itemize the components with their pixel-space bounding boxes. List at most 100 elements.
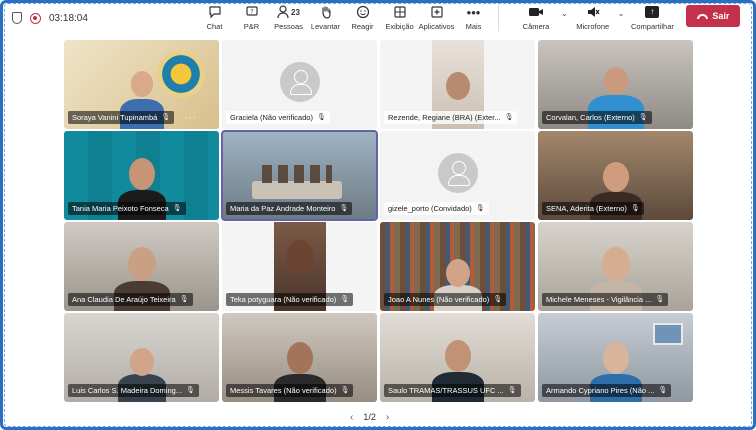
microphone-muted-icon: 🎙: [493, 296, 503, 303]
participant-name: Soraya Vanini Tupinambá 🎙: [68, 111, 175, 124]
participant-name: Graciela (Não verificado) 🎙: [226, 111, 330, 124]
chevron-right-icon[interactable]: ›: [386, 412, 389, 423]
participant-name: Ana Claudia De Araújo Teixeira 🎙: [68, 293, 193, 306]
participant-head: [286, 240, 314, 274]
participant-tile[interactable]: Luis Carlos S. Madeira Doming... 🎙: [64, 313, 219, 402]
hand-icon: [318, 4, 334, 20]
participant-name: Saulo TRAMAS/TRASSUS UFC ... 🎙: [384, 384, 521, 397]
microphone-muted-icon: 🎙: [504, 114, 514, 121]
chat-label: Chat: [206, 22, 223, 31]
microphone-muted-icon: [585, 4, 601, 20]
chat-button[interactable]: Chat: [196, 1, 233, 35]
qa-button[interactable]: ? P&R: [233, 1, 270, 35]
raise-label: Levantar: [310, 22, 341, 31]
participant-tile[interactable]: Soraya Vanini Tupinambá 🎙 ···: [64, 40, 219, 129]
meeting-timer: 03:18:04: [49, 12, 88, 24]
participant-name: Teka potyguara (Não verificado) 🎙: [226, 293, 354, 306]
camera-button[interactable]: Câmera: [511, 1, 561, 35]
participant-tile-active-speaker[interactable]: Maria da Paz Andrade Monteiro 🎙: [221, 130, 378, 221]
recording-icon[interactable]: [30, 12, 41, 24]
more-options-icon[interactable]: ···: [185, 112, 197, 122]
microphone-muted-icon: 🎙: [339, 205, 349, 212]
room-people: [262, 165, 332, 183]
apps-button[interactable]: Aplicativos: [418, 1, 455, 35]
participant-name: Tania Maria Peixoto Fonseca 🎙: [68, 202, 186, 215]
participant-tile[interactable]: Joao A Nunes (Não verificado) 🎙: [380, 222, 535, 311]
participant-tile[interactable]: Graciela (Não verificado) 🎙: [222, 40, 377, 129]
qa-label: P&R: [243, 22, 260, 31]
microphone-muted-icon: 🎙: [340, 387, 350, 394]
microphone-muted-icon: 🎙: [172, 205, 182, 212]
gallery-pager: ‹ 1/2 ›: [350, 410, 389, 424]
microphone-muted-icon: 🎙: [161, 114, 171, 121]
participant-tile[interactable]: Tania Maria Peixoto Fonseca 🎙: [64, 131, 219, 220]
participant-tile[interactable]: Ana Claudia De Araújo Teixeira 🎙: [64, 222, 219, 311]
toolbar-actions: Chat ? P&R 23 Pessoas Levantar Reagir Ex…: [196, 1, 492, 35]
participant-tile[interactable]: Saulo TRAMAS/TRASSUS UFC ... 🎙: [380, 313, 535, 402]
microphone-label: Microfone: [576, 22, 610, 31]
microphone-button[interactable]: Microfone: [568, 1, 618, 35]
participant-name: gizele_porto (Convidado) 🎙: [384, 202, 489, 215]
chevron-left-icon[interactable]: ‹: [350, 412, 353, 423]
participant-tile[interactable]: Michele Meneses - Vigilância ... 🎙: [538, 222, 693, 311]
plus-icon: [429, 4, 445, 20]
participant-name: SENA, Aderita (Externo) 🎙: [542, 202, 644, 215]
participant-tile[interactable]: Messis Tavares (Não verificado) 🎙: [222, 313, 377, 402]
microphone-chevron-down-icon[interactable]: ⌄: [618, 9, 625, 18]
participant-head: [446, 72, 470, 100]
participant-tile[interactable]: SENA, Aderita (Externo) 🎙: [538, 131, 693, 220]
people-icon: 23: [275, 4, 303, 20]
camera-label: Câmera: [522, 22, 550, 31]
microphone-muted-icon: 🎙: [316, 114, 326, 121]
view-button[interactable]: Exibição: [381, 1, 418, 35]
qa-icon: ?: [244, 4, 260, 20]
decorative-plate: [157, 50, 205, 98]
participant-tile[interactable]: Armando Cypriano Pires (Não ... 🎙: [538, 313, 693, 402]
toolbar-device-controls: Câmera ⌄ Microfone ⌄ ↑ Compartilhar Sair: [511, 1, 741, 35]
avatar: [437, 153, 478, 193]
people-label: Pessoas: [274, 22, 303, 31]
microphone-muted-icon: 🎙: [655, 296, 665, 303]
participant-name: Luis Carlos S. Madeira Doming... 🎙: [68, 384, 199, 397]
toolbar-divider: [498, 5, 499, 31]
leave-label: Sair: [712, 11, 730, 21]
meeting-toolbar: 03:18:04 Chat ? P&R 23 Pessoas Levantar …: [6, 0, 750, 36]
room-table: [252, 181, 342, 199]
toolbar-left: 03:18:04: [6, 12, 196, 24]
participant-tile[interactable]: gizele_porto (Convidado) 🎙: [380, 131, 535, 220]
microphone-muted-icon: 🎙: [340, 296, 350, 303]
microphone-muted-icon: 🎙: [186, 387, 195, 394]
camera-chevron-down-icon[interactable]: ⌄: [561, 9, 568, 18]
react-button[interactable]: Reagir: [344, 1, 381, 35]
page-indicator: 1/2: [363, 412, 376, 422]
share-icon: ↑: [644, 4, 660, 20]
more-label: Mais: [465, 22, 482, 31]
smiley-icon: [355, 4, 371, 20]
microphone-muted-icon: 🎙: [179, 296, 189, 303]
leave-button[interactable]: Sair: [686, 5, 741, 27]
participant-tile[interactable]: Teka potyguara (Não verificado) 🎙: [222, 222, 377, 311]
apps-label: Aplicativos: [418, 22, 455, 31]
react-label: Reagir: [351, 22, 374, 31]
participant-name: Messis Tavares (Não verificado) 🎙: [226, 384, 354, 397]
share-button[interactable]: ↑ Compartilhar: [624, 1, 680, 35]
participant-tile[interactable]: Rezende, Regiane (BRA) (Exter... 🎙: [380, 40, 535, 129]
share-label: Compartilhar: [630, 22, 674, 31]
grid-view-icon: [392, 4, 408, 20]
people-count: 23: [291, 7, 300, 17]
more-button[interactable]: ••• Mais: [455, 1, 492, 35]
people-button[interactable]: 23 Pessoas: [270, 1, 307, 35]
camera-icon: [528, 4, 544, 20]
view-label: Exibição: [385, 22, 414, 31]
chat-icon: [207, 4, 223, 20]
participant-name: Armando Cypriano Pires (Não ... 🎙: [542, 384, 672, 397]
participant-name: Joao A Nunes (Não verificado) 🎙: [384, 293, 507, 306]
microphone-muted-icon: 🎙: [658, 387, 668, 394]
shield-icon[interactable]: [12, 12, 22, 24]
microphone-muted-icon: 🎙: [638, 114, 648, 121]
participant-tile[interactable]: Corvalan, Carlos (Externo) 🎙: [538, 40, 693, 129]
phone-hangup-icon: [697, 13, 709, 19]
raise-hand-button[interactable]: Levantar: [307, 1, 344, 35]
wall-frame: [653, 323, 683, 345]
participant-name: Corvalan, Carlos (Externo) 🎙: [542, 111, 652, 124]
